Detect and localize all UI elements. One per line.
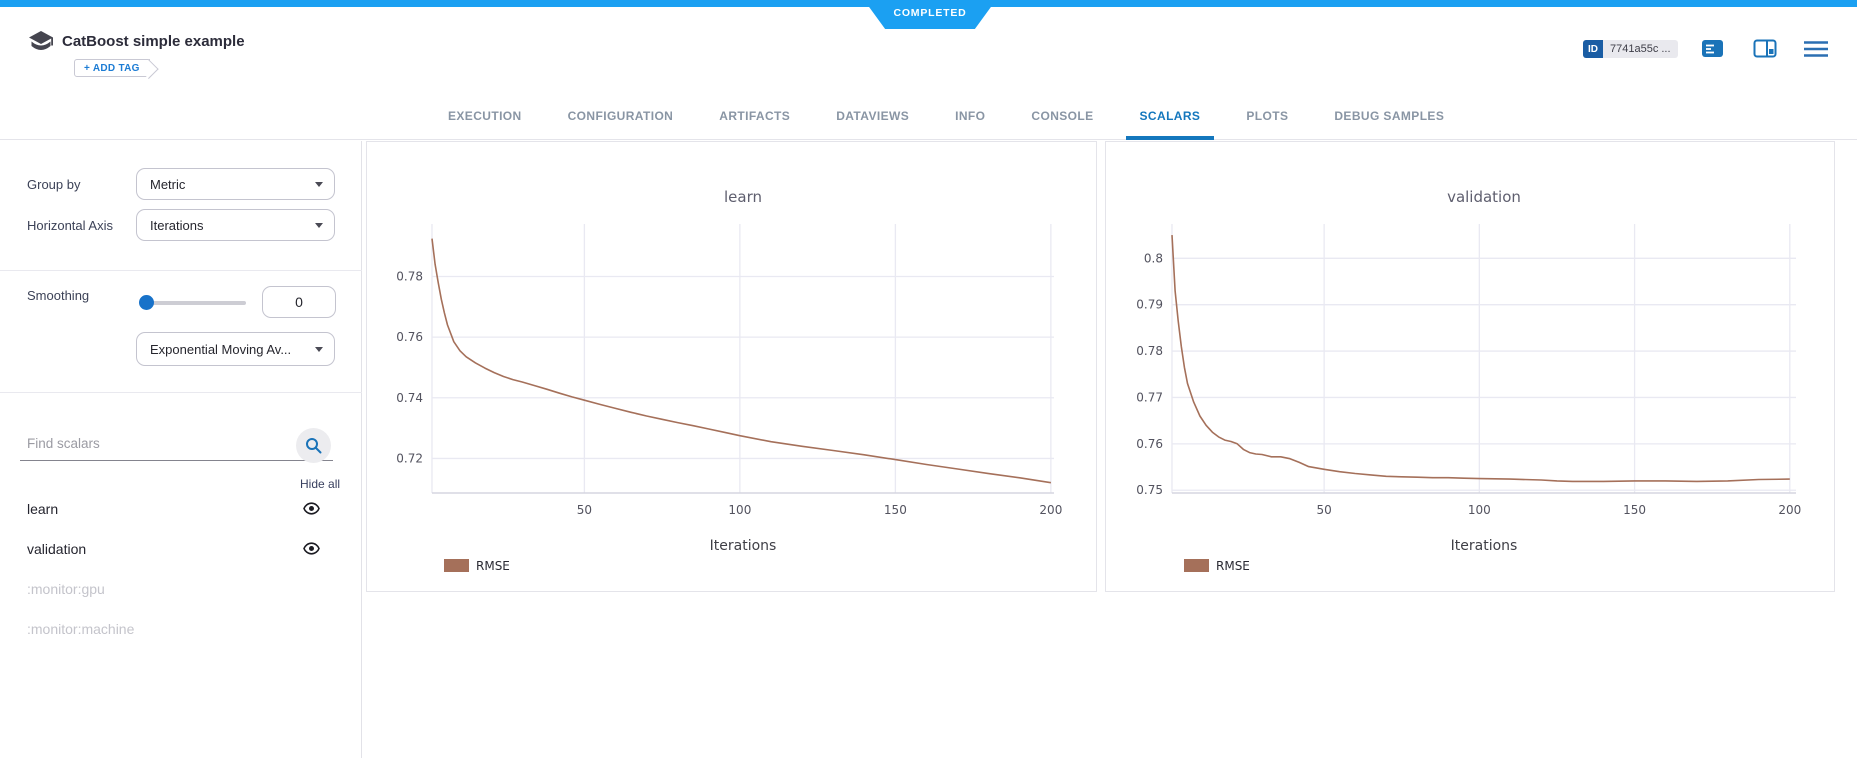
tab-bar: EXECUTION CONFIGURATION ARTIFACTS DATAVIEWS… xyxy=(0,92,1857,140)
svg-text:0.74: 0.74 xyxy=(396,391,423,405)
status-ribbon: COMPLETED xyxy=(864,0,996,29)
scalar-chart-card-learn: learn 0.72 0.74 0.76 0.78 50 100 150 200 Iteratio… xyxy=(366,141,1097,592)
comments-icon[interactable] xyxy=(1701,38,1725,60)
hide-all-button[interactable]: Hide all xyxy=(300,477,340,491)
validation-chart[interactable]: validation 0.75 0.76 0.77 0.78 0.79 0.8 50 100 15… xyxy=(1106,142,1834,591)
info-panel-icon[interactable] xyxy=(1753,38,1777,60)
horizontal-axis-label: Horizontal Axis xyxy=(27,218,113,233)
metric-name[interactable]: validation xyxy=(27,541,86,557)
svg-text:Iterations: Iterations xyxy=(710,538,777,554)
status-label: COMPLETED xyxy=(893,7,966,23)
toggle-visibility-button[interactable] xyxy=(303,502,320,520)
id-value: 7741a55c ... xyxy=(1603,40,1678,58)
metric-name: :monitor:machine xyxy=(27,621,134,637)
metric-row: :monitor:gpu xyxy=(0,581,362,611)
scalars-sidebar: Group by Metric Horizontal Axis Iteratio… xyxy=(0,141,362,758)
chevron-down-icon xyxy=(315,182,323,187)
tab-plots[interactable]: PLOTS xyxy=(1246,92,1288,140)
metric-name[interactable]: learn xyxy=(27,501,58,517)
metric-row: :monitor:machine xyxy=(0,621,362,651)
svg-text:0.72: 0.72 xyxy=(396,451,423,465)
experiment-title: CatBoost simple example xyxy=(62,33,245,50)
chevron-down-icon xyxy=(315,223,323,228)
horizontal-axis-select[interactable]: Iterations xyxy=(136,209,335,241)
svg-text:100: 100 xyxy=(1468,503,1491,517)
divider xyxy=(0,270,362,271)
smoothing-method-select[interactable]: Exponential Moving Av... xyxy=(136,332,335,366)
scalar-chart-card-validation: validation 0.75 0.76 0.77 0.78 0.79 0.8 50 100 15… xyxy=(1105,141,1835,592)
tab-dataviews[interactable]: DATAVIEWS xyxy=(836,92,909,140)
smoothing-label: Smoothing xyxy=(27,288,89,303)
svg-text:Iterations: Iterations xyxy=(1451,538,1518,554)
svg-text:150: 150 xyxy=(884,503,907,517)
svg-text:50: 50 xyxy=(1316,503,1331,517)
svg-text:150: 150 xyxy=(1623,503,1646,517)
find-scalars-input[interactable] xyxy=(27,431,282,455)
tabs: EXECUTION CONFIGURATION ARTIFACTS DATAVIEWS… xyxy=(448,92,1444,140)
svg-text:RMSE: RMSE xyxy=(1216,559,1250,573)
divider xyxy=(0,392,362,393)
toggle-visibility-button[interactable] xyxy=(303,542,320,560)
tab-info[interactable]: INFO xyxy=(955,92,985,140)
tab-debug-samples[interactable]: DEBUG SAMPLES xyxy=(1334,92,1444,140)
svg-text:validation: validation xyxy=(1447,188,1521,206)
svg-text:0.76: 0.76 xyxy=(396,330,423,344)
experiment-id-badge[interactable]: ID 7741a55c ... xyxy=(1583,40,1678,58)
metric-row: validation xyxy=(0,541,362,571)
search-icon xyxy=(305,437,322,454)
svg-text:0.77: 0.77 xyxy=(1136,390,1163,404)
tab-console[interactable]: CONSOLE xyxy=(1031,92,1093,140)
chevron-down-icon xyxy=(315,347,323,352)
eye-icon xyxy=(303,502,320,515)
add-tag-button[interactable]: + ADD TAG xyxy=(74,59,150,77)
eye-icon xyxy=(303,542,320,555)
metric-name: :monitor:gpu xyxy=(27,581,105,597)
svg-text:0.75: 0.75 xyxy=(1136,483,1163,497)
group-by-label: Group by xyxy=(27,177,80,192)
tab-artifacts[interactable]: ARTIFACTS xyxy=(719,92,790,140)
learn-chart[interactable]: learn 0.72 0.74 0.76 0.78 50 100 150 200 Iteratio… xyxy=(367,142,1096,591)
tab-scalars[interactable]: SCALARS xyxy=(1140,92,1201,140)
id-label: ID xyxy=(1583,40,1603,58)
svg-text:0.79: 0.79 xyxy=(1136,298,1163,312)
experiment-icon xyxy=(26,28,56,60)
svg-text:0.78: 0.78 xyxy=(396,269,423,283)
svg-text:50: 50 xyxy=(577,503,592,517)
svg-text:learn: learn xyxy=(724,188,762,206)
menu-icon[interactable] xyxy=(1803,40,1829,58)
smoothing-slider[interactable] xyxy=(140,301,246,305)
group-by-select[interactable]: Metric xyxy=(136,168,335,200)
smoothing-value-input[interactable] xyxy=(262,286,336,318)
smoothing-slider-knob[interactable] xyxy=(139,295,154,310)
svg-text:0.76: 0.76 xyxy=(1136,437,1163,451)
svg-text:200: 200 xyxy=(1778,503,1801,517)
svg-text:0.78: 0.78 xyxy=(1136,344,1163,358)
svg-text:RMSE: RMSE xyxy=(476,559,510,573)
svg-text:100: 100 xyxy=(728,503,751,517)
input-underline xyxy=(20,460,333,461)
tab-configuration[interactable]: CONFIGURATION xyxy=(568,92,674,140)
metric-row: learn xyxy=(0,501,362,531)
svg-text:0.8: 0.8 xyxy=(1144,251,1163,265)
tab-execution[interactable]: EXECUTION xyxy=(448,92,522,140)
search-button[interactable] xyxy=(296,428,331,463)
svg-text:200: 200 xyxy=(1039,503,1062,517)
